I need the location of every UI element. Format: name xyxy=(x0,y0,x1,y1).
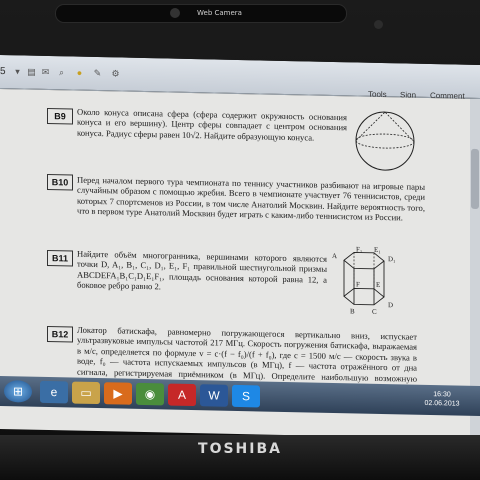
vertex-label: D xyxy=(388,301,393,309)
page-number[interactable]: 5 xyxy=(0,66,6,77)
task-number: B9 xyxy=(47,107,73,125)
tool-icon[interactable]: ⚙ xyxy=(110,68,121,78)
ie-icon[interactable]: e xyxy=(40,380,68,404)
task-number: B10 xyxy=(47,173,73,191)
hexagonal-prism-figure: A F₁ E₁ D₁ F E B C D xyxy=(332,246,395,316)
task-number: B12 xyxy=(47,325,73,343)
start-orb-icon[interactable]: ⊞ xyxy=(4,380,32,403)
vertex-label: E₁ xyxy=(374,246,381,254)
task-b9: B9 Около конуса описана сфера (сфера сод… xyxy=(0,97,470,171)
camera-sensor-icon xyxy=(374,20,383,29)
brand-logo: TOSHIBA xyxy=(198,441,282,457)
camera-lens-icon xyxy=(170,8,180,18)
skype-icon[interactable]: S xyxy=(232,384,260,408)
sphere-cone-figure xyxy=(355,111,415,171)
page-down-icon[interactable]: ▾ xyxy=(12,66,23,76)
webcam-strip: Web Camera xyxy=(55,4,383,29)
task-number: B11 xyxy=(47,249,73,267)
vertex-label: C xyxy=(372,308,377,316)
folder-icon[interactable]: ▭ xyxy=(72,381,100,405)
vertex-label: F₁ xyxy=(356,246,362,254)
scrollbar-thumb[interactable] xyxy=(471,148,479,210)
media-icon[interactable]: ▶ xyxy=(104,382,132,405)
task-text: Около конуса описана сфера (сфера содерж… xyxy=(77,106,347,143)
find-icon[interactable]: ⌕ xyxy=(56,67,67,77)
chrome-icon[interactable]: ◉ xyxy=(136,382,164,406)
print-icon[interactable]: ▤ xyxy=(26,67,37,77)
comment-bubble-icon[interactable]: ● xyxy=(74,68,85,78)
vertex-label: D₁ xyxy=(388,255,395,263)
task-text: Найдите объём многогранника, вершинами к… xyxy=(77,248,327,292)
vertex-label: A xyxy=(332,252,337,260)
email-icon[interactable]: ✉ xyxy=(40,67,51,77)
edit-icon[interactable]: ✎ xyxy=(92,68,103,78)
task-b11: B11 Найдите объём многогранника, вершина… xyxy=(0,239,470,319)
word-icon[interactable]: W xyxy=(200,384,228,407)
camera-label: Web Camera xyxy=(197,9,242,17)
task-text: Перед началом первого тура чемпионата по… xyxy=(77,174,425,223)
vertex-label: B xyxy=(350,307,355,315)
vertex-label: E xyxy=(376,281,380,289)
clock-date: 02.06.2013 xyxy=(424,399,460,408)
vertex-label: F xyxy=(356,280,360,288)
pdf-icon[interactable]: A xyxy=(168,383,196,407)
task-b10: B10 Перед началом первого тура чемпионат… xyxy=(0,169,470,249)
clock[interactable]: 16:30 02.06.2013 xyxy=(420,390,464,409)
